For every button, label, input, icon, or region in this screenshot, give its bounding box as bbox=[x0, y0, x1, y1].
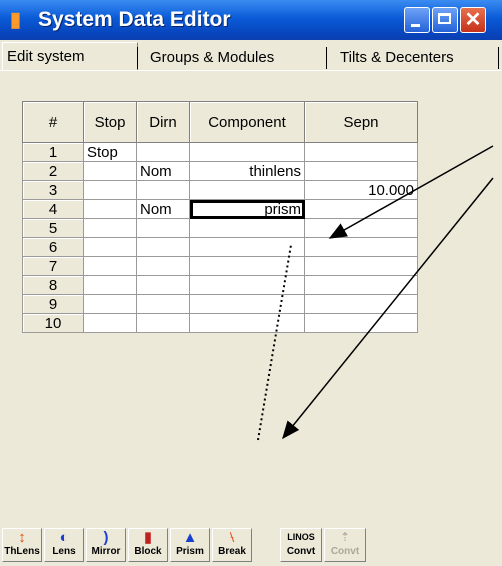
annotation-arrows bbox=[257, 145, 494, 441]
mirror-button[interactable]: ) Mirror bbox=[86, 528, 126, 562]
component-toolbar: ↕ ThLens ◐ Lens ) Mirror ▮ Block ▲ Prism ⧷ Bre… bbox=[0, 526, 502, 566]
arrow-to-prism-button bbox=[282, 177, 494, 440]
block-icon: ▮ bbox=[143, 529, 153, 546]
block-button[interactable]: ▮ Block bbox=[128, 528, 168, 562]
system-data-editor-window: ▮ System Data Editor ✕ Edit system Group… bbox=[0, 0, 502, 562]
prism-button[interactable]: ▲ Prism bbox=[170, 528, 210, 562]
convert-button-disabled[interactable]: ⇡ Convt bbox=[324, 528, 366, 562]
arrow-to-sepn-cell bbox=[328, 145, 494, 239]
thin-lens-icon: ↕ bbox=[18, 529, 26, 546]
lens-button[interactable]: ◐ Lens bbox=[44, 528, 84, 562]
thlens-button[interactable]: ↕ ThLens bbox=[2, 528, 42, 562]
linos-convert-button[interactable]: LINOS Convt bbox=[280, 528, 322, 562]
prism-icon: ▲ bbox=[182, 529, 198, 546]
mirror-icon: ) bbox=[103, 529, 109, 546]
lens-icon: ◐ bbox=[59, 529, 69, 546]
convert-icon: ⇡ bbox=[339, 530, 351, 544]
break-icon: ⧷ bbox=[229, 529, 235, 546]
linos-label: LINOS bbox=[287, 532, 315, 542]
dotted-drag-line bbox=[257, 244, 292, 441]
break-button[interactable]: ⧷ Break bbox=[212, 528, 252, 562]
